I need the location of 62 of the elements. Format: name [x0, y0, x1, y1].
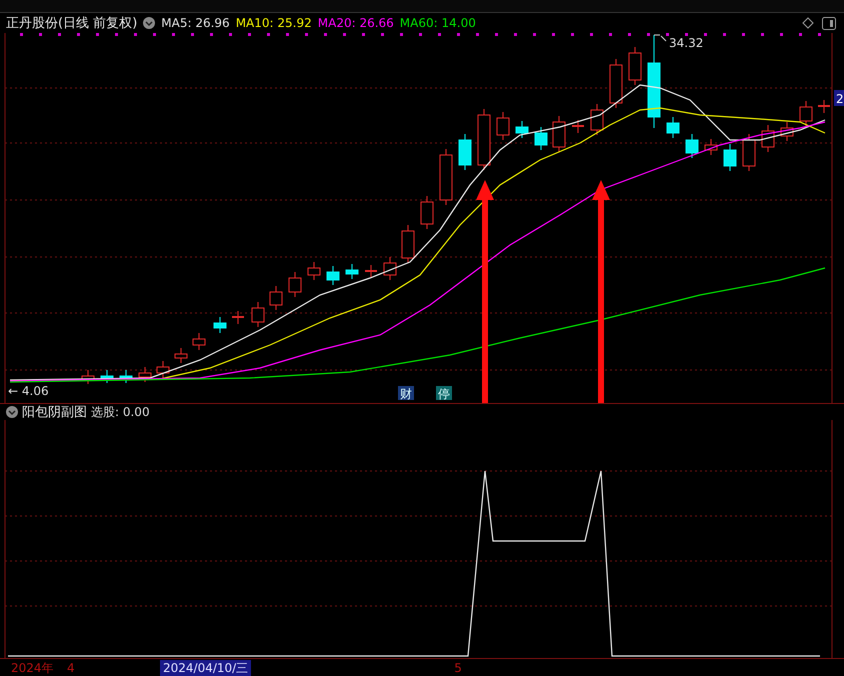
- candlestick: [252, 302, 264, 328]
- candlestick: [458, 134, 472, 170]
- candlestick: [724, 144, 736, 172]
- candlestick: [534, 126, 548, 150]
- candlestick: [742, 134, 756, 172]
- candlestick: [590, 104, 604, 136]
- candlestick: [780, 122, 794, 142]
- candlestick: [516, 120, 528, 138]
- candlestick: [440, 148, 452, 206]
- event-marker[interactable]: 停: [436, 386, 452, 401]
- dropdown-icon[interactable]: [143, 17, 156, 29]
- diamond-icon[interactable]: [802, 17, 814, 29]
- date-label: 2024年: [10, 660, 55, 676]
- candlestick: [552, 116, 566, 152]
- candlestick: [270, 286, 282, 310]
- arrow-icon: [476, 180, 494, 403]
- dropdown-icon[interactable]: [6, 406, 18, 418]
- indicator-value: MA10: 25.92: [236, 16, 312, 30]
- candlestick: [402, 224, 414, 264]
- indicator-reading: 选股: 0.00: [91, 404, 150, 420]
- indicator-value: MA20: 26.66: [318, 16, 394, 30]
- candlestick: [478, 108, 490, 170]
- price-tag: 2: [834, 90, 844, 106]
- candlestick: [610, 58, 622, 108]
- event-marker[interactable]: 财: [398, 386, 414, 401]
- candlestick: [192, 332, 206, 350]
- candlestick: [82, 370, 94, 384]
- low-price-label: ← 4.06: [8, 384, 49, 398]
- candlestick: [120, 370, 132, 384]
- candlestick: [326, 266, 340, 286]
- candlestick: [686, 134, 698, 158]
- arrow-icon: [592, 180, 610, 403]
- panel-icon[interactable]: [822, 16, 836, 30]
- candlestick: [214, 316, 226, 334]
- indicator-value: MA5: 26.96: [161, 16, 230, 30]
- candlestick: [704, 138, 718, 156]
- candlestick: [156, 360, 170, 378]
- candlestick: [174, 348, 188, 364]
- candlestick: [496, 112, 510, 140]
- candlestick: [572, 120, 584, 134]
- candlestick: [762, 124, 774, 152]
- candlestick: [138, 366, 152, 382]
- chart-title: 正丹股份(日线 前复权): [6, 15, 138, 32]
- indicator-title: 阳包阴副图: [22, 404, 87, 421]
- candlestick: [666, 116, 680, 138]
- leader-line: [654, 34, 666, 42]
- date-label: 4: [66, 661, 76, 675]
- candlestick: [100, 370, 114, 384]
- candlestick: [288, 272, 302, 298]
- candlestick: [232, 310, 244, 324]
- candlestick: [800, 100, 812, 126]
- candlestick: [384, 256, 396, 280]
- candlestick: [818, 100, 830, 114]
- candlestick: [308, 262, 320, 280]
- date-label: 5: [453, 661, 463, 675]
- candlestick: [365, 264, 377, 278]
- high-price-label: 34.32: [669, 36, 704, 50]
- candlestick: [420, 196, 434, 230]
- date-label: 2024/04/10/三: [160, 660, 252, 676]
- indicator-value: MA60: 14.00: [400, 16, 476, 30]
- candlestick: [628, 46, 642, 86]
- candlestick: [346, 264, 358, 280]
